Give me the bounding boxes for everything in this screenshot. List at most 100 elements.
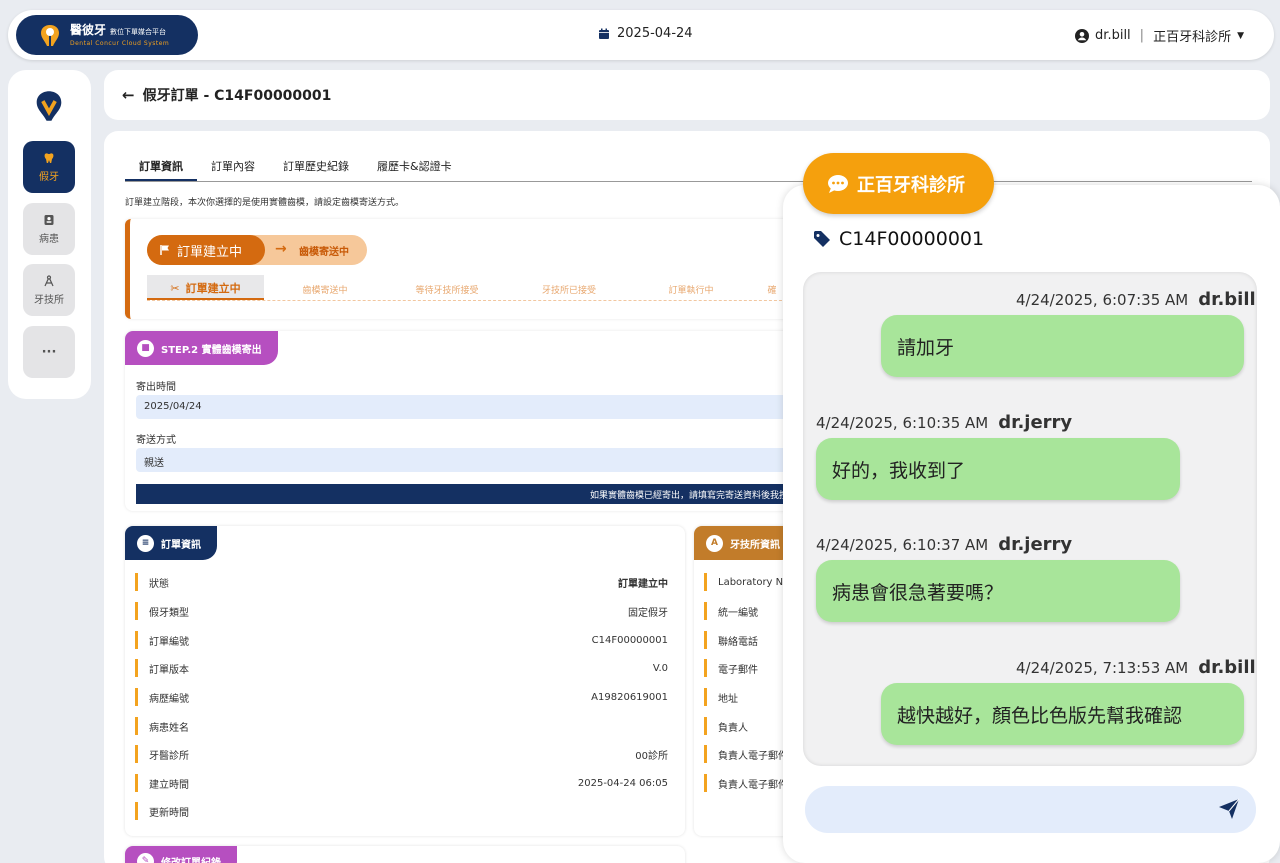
stage-notice: 訂單建立階段，本次你選擇的是使用實體齒模，請設定齒模寄送方式。 bbox=[125, 198, 405, 208]
message-bubble: 好的，我收到了 bbox=[816, 438, 1180, 500]
shipping-submit-bar[interactable]: 如果實體齒模已經寄出，請填寫完寄送資料後我按 bbox=[136, 484, 796, 504]
sidebar: 假牙 病患 牙技所 ··· bbox=[8, 70, 91, 399]
current-date: 2025-04-24 bbox=[617, 26, 693, 41]
sidebar-item-more[interactable]: ··· bbox=[23, 326, 75, 378]
progress-step: 訂單執行中 bbox=[668, 286, 714, 296]
tab-order-history[interactable]: 訂單歷史紀錄 bbox=[269, 151, 363, 181]
message-user: dr.jerry bbox=[998, 534, 1073, 555]
message-meta: 4/24/2025, 6:10:35 AM dr.jerry bbox=[816, 412, 1072, 433]
message-user: dr.bill bbox=[1198, 289, 1256, 310]
lab-info-badge: A 牙技所資訊 bbox=[694, 526, 796, 560]
message-user: dr.bill bbox=[1198, 657, 1256, 678]
brand-english: Dental Concur Cloud System bbox=[70, 39, 170, 47]
compass-icon: A bbox=[706, 534, 723, 552]
message-meta: 4/24/2025, 6:07:35 AM dr.bill bbox=[1016, 289, 1256, 310]
info-key: 訂單版本 bbox=[149, 664, 189, 676]
method-select[interactable]: 親送 bbox=[136, 448, 796, 472]
order-info-badge-label: 訂單資訊 bbox=[161, 539, 201, 551]
step-badge: ■ STEP.2 實體齒模寄出 bbox=[125, 331, 278, 365]
next-stage-label: 齒模寄送中 bbox=[299, 247, 349, 258]
step-badge-label: STEP.2 實體齒模寄出 bbox=[161, 344, 262, 356]
patient-card-icon bbox=[44, 214, 54, 225]
username: dr.bill bbox=[1095, 28, 1131, 43]
current-stage: 訂單建立中 bbox=[147, 235, 265, 265]
caret-down-icon: ▼ bbox=[1237, 30, 1244, 41]
history-badge-label: 修改訂單紀錄 bbox=[161, 857, 221, 863]
flag-icon bbox=[160, 245, 169, 255]
sidebar-item-lab[interactable]: 牙技所 bbox=[23, 264, 75, 316]
message-time: 4/24/2025, 6:10:37 AM bbox=[816, 536, 989, 554]
info-key: 假牙類型 bbox=[149, 607, 189, 619]
top-bar: 醫彼牙 數位下單媒合平台 Dental Concur Cloud System 2… bbox=[8, 10, 1274, 60]
sidebar-item-label: 病患 bbox=[39, 233, 59, 245]
tooth-icon bbox=[44, 152, 54, 163]
info-value: 00診所 bbox=[635, 750, 668, 762]
brand-logo[interactable]: 醫彼牙 數位下單媒合平台 Dental Concur Cloud System bbox=[16, 15, 198, 55]
sidebar-item-denture[interactable]: 假牙 bbox=[23, 141, 75, 193]
info-key: 訂單編號 bbox=[149, 636, 189, 648]
chat-order-id: C14F00000001 bbox=[813, 228, 984, 250]
progress-step: 齒模寄送中 bbox=[302, 286, 348, 296]
progress-step: ✂ 訂單建立中 bbox=[147, 275, 264, 300]
info-value: 固定假牙 bbox=[628, 607, 668, 619]
method-label: 寄送方式 bbox=[136, 435, 176, 446]
edit-icon: ✎ bbox=[137, 852, 154, 863]
current-stage-label: 訂單建立中 bbox=[177, 244, 243, 260]
tab-order-content[interactable]: 訂單內容 bbox=[197, 151, 269, 181]
info-key: 牙醫診所 bbox=[149, 750, 189, 762]
progress-step-label: 訂單建立中 bbox=[185, 282, 241, 295]
info-value: 訂單建立中 bbox=[618, 578, 668, 590]
sidebar-logo-icon bbox=[36, 91, 62, 121]
brand-text: 醫彼牙 數位下單媒合平台 Dental Concur Cloud System bbox=[70, 23, 169, 48]
calendar-icon bbox=[599, 28, 609, 39]
shipping-card: ■ STEP.2 實體齒模寄出 寄出時間 2025/04/24 寄送方式 親送 如… bbox=[125, 331, 805, 511]
history-card: ✎ 修改訂單紀錄 bbox=[125, 846, 685, 863]
send-icon[interactable] bbox=[1218, 798, 1240, 820]
message-time: 4/24/2025, 6:07:35 AM bbox=[1016, 291, 1189, 309]
chat-messages: 4/24/2025, 6:07:35 AM dr.bill 請加牙 4/24/20… bbox=[803, 272, 1257, 766]
tooth-logo-icon bbox=[41, 25, 59, 46]
chat-clinic-name: 正百牙科診所 bbox=[857, 174, 965, 196]
history-badge: ✎ 修改訂單紀錄 bbox=[125, 846, 237, 863]
sidebar-item-label: 假牙 bbox=[39, 171, 59, 183]
scissors-icon: ✂ bbox=[170, 282, 180, 295]
message-meta: 4/24/2025, 7:13:53 AM dr.bill bbox=[1016, 657, 1256, 678]
message-bubble: 請加牙 bbox=[881, 315, 1244, 377]
user-menu[interactable]: dr.bill | 正百牙科診所 ▼ bbox=[1075, 26, 1244, 45]
list-icon: ≡ bbox=[137, 534, 154, 552]
send-time-label: 寄出時間 bbox=[136, 382, 176, 393]
send-time-field[interactable]: 2025/04/24 bbox=[136, 395, 796, 419]
message-bubble: 病患會很急著要嗎？ bbox=[816, 560, 1180, 622]
info-row: 病歷編號 A19820619001 bbox=[135, 688, 668, 706]
compass-icon bbox=[44, 274, 54, 286]
info-value: 2025-04-24 06:05 bbox=[577, 777, 668, 789]
clinic-name: 正百牙科診所 bbox=[1153, 30, 1232, 45]
tab-order-info[interactable]: 訂單資訊 bbox=[125, 151, 197, 181]
info-value: A19820619001 bbox=[591, 691, 668, 703]
user-circle-icon bbox=[1075, 28, 1090, 43]
info-value: C14F00000001 bbox=[591, 634, 668, 646]
info-key: 建立時間 bbox=[149, 779, 189, 791]
user-separator: | bbox=[1139, 28, 1145, 43]
page-title: 假牙訂單 - C14F00000001 bbox=[142, 88, 332, 104]
info-row: 假牙類型 固定假牙 bbox=[135, 602, 668, 620]
info-key: 病歷編號 bbox=[149, 693, 189, 705]
info-row: 病患姓名 bbox=[135, 717, 668, 735]
info-row: 狀態 訂單建立中 bbox=[135, 573, 668, 591]
back-arrow-icon[interactable]: ← bbox=[122, 86, 135, 104]
info-row: 牙醫診所 00診所 bbox=[135, 745, 668, 763]
chat-clinic-header[interactable]: 正百牙科診所 bbox=[803, 153, 994, 214]
sidebar-item-label: 牙技所 bbox=[34, 294, 64, 306]
info-row: 建立時間 2025-04-24 06:05 bbox=[135, 774, 668, 792]
order-id-text: C14F00000001 bbox=[839, 228, 985, 250]
info-key: 更新時間 bbox=[149, 807, 189, 819]
sidebar-item-patient[interactable]: 病患 bbox=[23, 203, 75, 255]
page-header: ← 假牙訂單 - C14F00000001 bbox=[104, 70, 1270, 120]
message-meta: 4/24/2025, 6:10:37 AM dr.jerry bbox=[816, 534, 1072, 555]
chat-message-input[interactable] bbox=[805, 786, 1256, 833]
order-info-badge: ≡ 訂單資訊 bbox=[125, 526, 217, 560]
arrow-right-icon: → bbox=[275, 241, 287, 257]
tab-history-card[interactable]: 履歷卡&認證卡 bbox=[363, 151, 466, 181]
chat-bubble-icon bbox=[828, 174, 848, 193]
tab-bar: 訂單資訊 訂單內容 訂單歷史紀錄 履歷卡&認證卡 bbox=[125, 151, 1252, 182]
